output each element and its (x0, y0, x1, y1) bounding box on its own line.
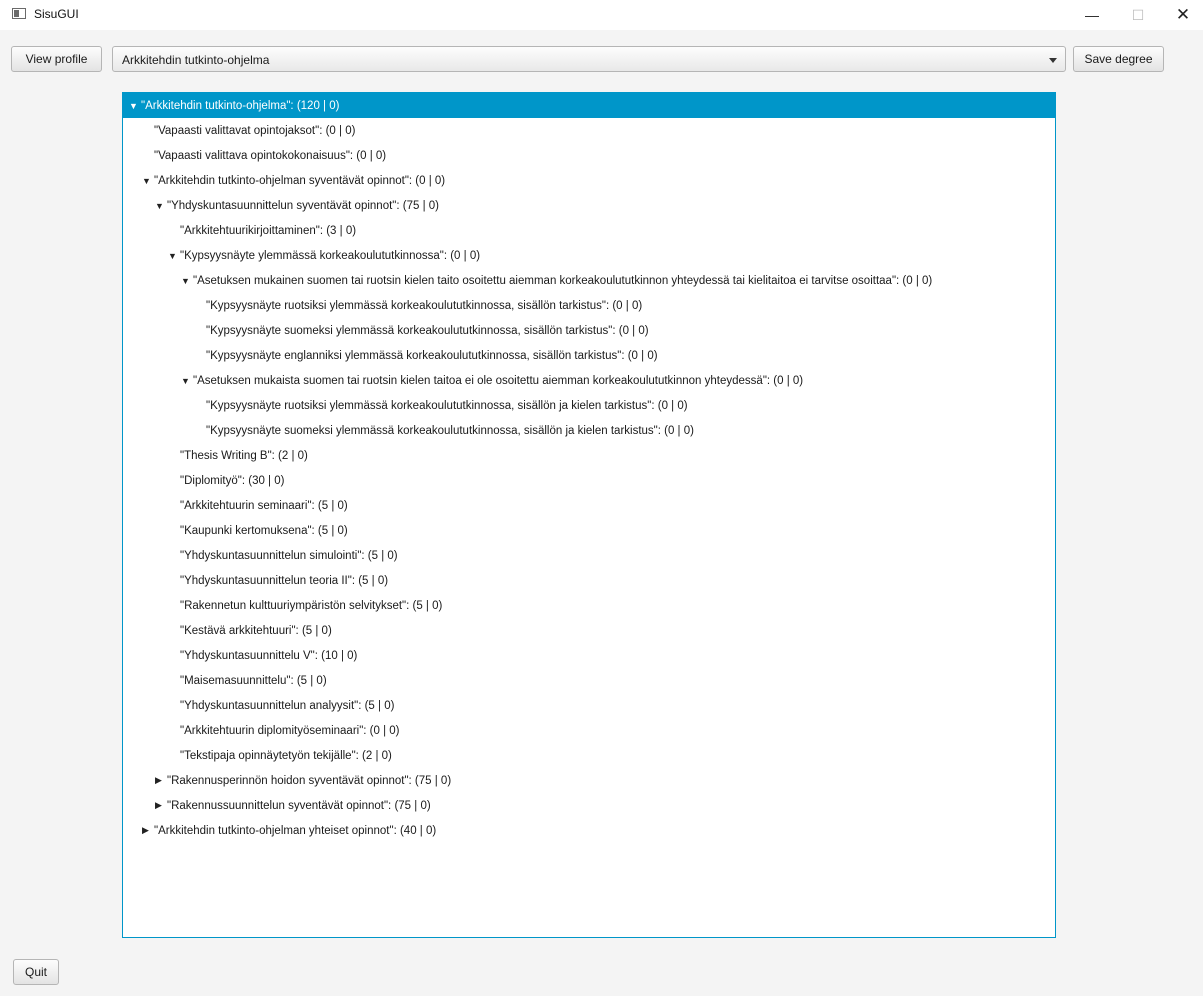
tree-item-label: "Kypsyysnäyte ruotsiksi ylemmässä korkea… (206, 399, 688, 412)
tree-item[interactable]: ▼ "Arkkitehdin tutkinto-ohjelma": (120 | … (123, 93, 1055, 118)
tree-item-label: "Kypsyysnäyte suomeksi ylemmässä korkeak… (206, 424, 694, 437)
expanded-arrow-icon[interactable]: ▼ (181, 276, 193, 286)
tree-item-label: "Kestävä arkkitehtuuri": (5 | 0) (180, 624, 332, 637)
title-bar: SisuGUI — ☐ ✕ (0, 0, 1203, 30)
tree-item[interactable]: "Arkkitehtuurin seminaari": (5 | 0) (123, 493, 1055, 518)
tree-item-label: "Kaupunki kertomuksena": (5 | 0) (180, 524, 348, 537)
tree-item-label: "Thesis Writing B": (2 | 0) (180, 449, 308, 462)
tree-item[interactable]: "Kypsyysnäyte suomeksi ylemmässä korkeak… (123, 418, 1055, 443)
tree-item[interactable]: "Rakennetun kulttuuriympäristön selvityk… (123, 593, 1055, 618)
close-button[interactable]: ✕ (1160, 0, 1203, 30)
tree-item[interactable]: "Yhdyskuntasuunnittelun analyysit": (5 |… (123, 693, 1055, 718)
tree-item-label: "Kypsyysnäyte englanniksi ylemmässä kork… (206, 349, 658, 362)
expanded-arrow-icon[interactable]: ▼ (168, 251, 180, 261)
tree-item[interactable]: ▼ "Kypsyysnäyte ylemmässä korkeakoulututk… (123, 243, 1055, 268)
tree-item-label: "Vapaasti valittavat opintojaksot": (0 |… (154, 124, 356, 137)
tree-item-label: "Rakennusperinnön hoidon syventävät opin… (167, 774, 452, 787)
quit-button[interactable]: Quit (13, 959, 59, 985)
tree-item[interactable]: "Kestävä arkkitehtuuri": (5 | 0) (123, 618, 1055, 643)
tree-item[interactable]: "Kaupunki kertomuksena": (5 | 0) (123, 518, 1055, 543)
tree-item[interactable]: "Kypsyysnäyte ruotsiksi ylemmässä korkea… (123, 393, 1055, 418)
tree-item-label: "Kypsyysnäyte ylemmässä korkeakoulututki… (180, 249, 481, 262)
tree-item[interactable]: ▼ "Yhdyskuntasuunnittelun syventävät opin… (123, 193, 1055, 218)
collapsed-arrow-icon[interactable]: ▶ (142, 825, 154, 836)
tree-item-label: "Rakennetun kulttuuriympäristön selvityk… (180, 599, 443, 612)
tree-item[interactable]: ▶ "Rakennusperinnön hoidon syventävät opi… (123, 768, 1055, 793)
tree-item[interactable]: "Vapaasti valittava opintokokonaisuus": … (123, 143, 1055, 168)
degree-tree[interactable]: ▼ "Arkkitehdin tutkinto-ohjelma": (120 | … (122, 92, 1056, 938)
tree-item-label: "Arkkitehdin tutkinto-ohjelman yhteiset … (154, 824, 437, 837)
tree-item-label: "Arkkitehdin tutkinto-ohjelma": (120 | 0… (141, 99, 340, 112)
maximize-button[interactable]: ☐ (1115, 0, 1161, 30)
tree-item[interactable]: ▶ "Rakennussuunnittelun syventävät opinno… (123, 793, 1055, 818)
expanded-arrow-icon[interactable]: ▼ (142, 176, 154, 186)
program-select-value: Arkkitehdin tutkinto-ohjelma (122, 53, 270, 67)
tree-item-label: "Asetuksen mukaista suomen tai ruotsin k… (193, 374, 804, 387)
tree-item[interactable]: "Kypsyysnäyte englanniksi ylemmässä kork… (123, 343, 1055, 368)
tree-item[interactable]: "Diplomityö": (30 | 0) (123, 468, 1055, 493)
tree-item[interactable]: ▶ "Arkkitehdin tutkinto-ohjelman yhteiset… (123, 818, 1055, 843)
tree-item[interactable]: "Maisemasuunnittelu": (5 | 0) (123, 668, 1055, 693)
tree-item-label: "Kypsyysnäyte ruotsiksi ylemmässä korkea… (206, 299, 643, 312)
tree-item[interactable]: "Yhdyskuntasuunnittelu V": (10 | 0) (123, 643, 1055, 668)
tree-item-label: "Tekstipaja opinnäytetyön tekijälle": (2… (180, 749, 392, 762)
tree-item-label: "Yhdyskuntasuunnittelun teoria II": (5 |… (180, 574, 389, 587)
tree-item-label: "Yhdyskuntasuunnittelun syventävät opinn… (167, 199, 439, 212)
tree-item[interactable]: ▼ "Asetuksen mukaista suomen tai ruotsin … (123, 368, 1055, 393)
tree-item[interactable]: "Arkkitehtuurikirjoittaminen": (3 | 0) (123, 218, 1055, 243)
collapsed-arrow-icon[interactable]: ▶ (155, 775, 167, 786)
tree-item[interactable]: "Tekstipaja opinnäytetyön tekijälle": (2… (123, 743, 1055, 768)
app-icon (12, 8, 26, 19)
tree-item-label: "Vapaasti valittava opintokokonaisuus": … (154, 149, 387, 162)
tree-item[interactable]: "Thesis Writing B": (2 | 0) (123, 443, 1055, 468)
collapsed-arrow-icon[interactable]: ▶ (155, 800, 167, 811)
tree-item-label: "Arkkitehtuurin seminaari": (5 | 0) (180, 499, 348, 512)
tree-item[interactable]: "Arkkitehtuurin diplomityöseminaari": (0… (123, 718, 1055, 743)
minimize-button[interactable]: — (1069, 0, 1115, 30)
tree-item[interactable]: ▼ "Arkkitehdin tutkinto-ohjelman syventäv… (123, 168, 1055, 193)
tree-item[interactable]: "Kypsyysnäyte ruotsiksi ylemmässä korkea… (123, 293, 1055, 318)
program-select[interactable]: Arkkitehdin tutkinto-ohjelma (112, 46, 1066, 72)
tree-item[interactable]: "Yhdyskuntasuunnittelun simulointi": (5 … (123, 543, 1055, 568)
tree-item-label: "Arkkitehdin tutkinto-ohjelman syventävä… (154, 174, 446, 187)
expanded-arrow-icon[interactable]: ▼ (155, 201, 167, 211)
tree-item-label: "Yhdyskuntasuunnittelu V": (10 | 0) (180, 649, 358, 662)
tree-item-label: "Arkkitehtuurikirjoittaminen": (3 | 0) (180, 224, 357, 237)
expanded-arrow-icon[interactable]: ▼ (181, 376, 193, 386)
save-degree-button[interactable]: Save degree (1073, 46, 1164, 72)
tree-item-label: "Asetuksen mukainen suomen tai ruotsin k… (193, 274, 933, 287)
tree-item[interactable]: "Yhdyskuntasuunnittelun teoria II": (5 |… (123, 568, 1055, 593)
chevron-down-icon (1049, 58, 1057, 63)
tree-item-label: "Arkkitehtuurin diplomityöseminaari": (0… (180, 724, 400, 737)
tree-item-label: "Diplomityö": (30 | 0) (180, 474, 285, 487)
tree-item[interactable]: ▼ "Asetuksen mukainen suomen tai ruotsin … (123, 268, 1055, 293)
tree-item-label: "Maisemasuunnittelu": (5 | 0) (180, 674, 327, 687)
tree-item-label: "Yhdyskuntasuunnittelun simulointi": (5 … (180, 549, 398, 562)
tree-item[interactable]: "Vapaasti valittavat opintojaksot": (0 |… (123, 118, 1055, 143)
tree-item-label: "Rakennussuunnittelun syventävät opinnot… (167, 799, 431, 812)
tree-item[interactable]: "Kypsyysnäyte suomeksi ylemmässä korkeak… (123, 318, 1055, 343)
window-title: SisuGUI (34, 7, 79, 21)
tree-item-label: "Kypsyysnäyte suomeksi ylemmässä korkeak… (206, 324, 649, 337)
view-profile-button[interactable]: View profile (11, 46, 102, 72)
tree-item-label: "Yhdyskuntasuunnittelun analyysit": (5 |… (180, 699, 395, 712)
expanded-arrow-icon[interactable]: ▼ (129, 101, 141, 111)
